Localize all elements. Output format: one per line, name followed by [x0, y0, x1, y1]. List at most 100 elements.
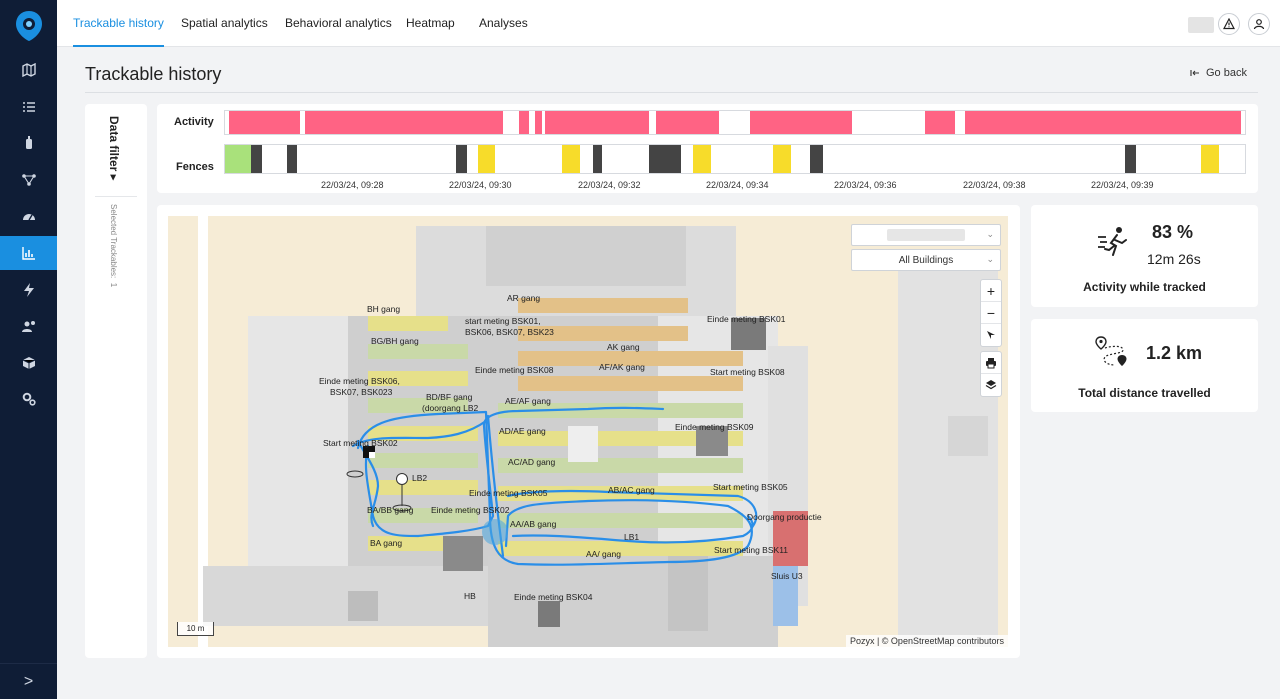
activity-segment	[545, 111, 649, 134]
lightning-icon	[23, 283, 34, 297]
distance-card: 1.2 km Total distance travelled	[1031, 319, 1258, 412]
fence-segment	[225, 145, 251, 173]
time-tick: 22/03/24, 09:38	[963, 180, 1026, 190]
map-label: Sluis U3	[771, 571, 803, 581]
tag-icon	[25, 136, 32, 149]
map-label: LB2	[412, 473, 428, 483]
map-label: AC/AD gang	[508, 457, 556, 467]
activity-track[interactable]	[224, 110, 1246, 135]
fence-segment	[456, 145, 467, 173]
nav-dashboard[interactable]	[0, 199, 57, 233]
nav-settings[interactable]	[0, 382, 57, 416]
tab-analyses[interactable]: Analyses	[479, 0, 528, 47]
map-label: Start meting BSK08	[710, 367, 785, 377]
activity-segment	[965, 111, 1241, 134]
layers-icon	[985, 380, 997, 390]
map-label: AE/AF gang	[505, 396, 551, 406]
floor-plan-drawing	[198, 216, 998, 647]
printer-icon	[986, 357, 996, 368]
map-label: BD/BF gang	[426, 392, 473, 402]
fences-track[interactable]	[224, 144, 1246, 174]
map-label: Start meting BSK02	[323, 438, 398, 448]
activity-duration: 12m 26s	[1147, 251, 1201, 267]
route-icon	[1095, 336, 1127, 366]
nav-tags[interactable]	[0, 126, 57, 160]
warning-icon	[1223, 18, 1235, 30]
nav-map[interactable]	[0, 53, 57, 87]
time-tick: 22/03/24, 09:36	[834, 180, 897, 190]
activity-segment	[750, 111, 852, 134]
reset-bearing-button[interactable]	[981, 324, 1001, 346]
map-label: Einde meting BSK04	[514, 592, 593, 602]
site-select[interactable]: ⌄	[851, 224, 1001, 246]
map-label: Einde meting BSK02	[431, 505, 510, 515]
chevron-down-icon: ⌄	[986, 229, 994, 239]
header-divider	[85, 92, 1258, 93]
map-label: AF/AK gang	[599, 362, 645, 372]
bar-chart-icon	[21, 247, 35, 260]
expand-sidebar-button[interactable]: >	[0, 663, 57, 699]
map-label: Einde meting BSK06,	[319, 376, 400, 386]
map-label: BA/BB gang	[367, 505, 414, 515]
map-attribution: Pozyx | © OpenStreetMap contributors	[845, 635, 1008, 647]
nav-assets[interactable]	[0, 346, 57, 380]
user-profile-button[interactable]	[1248, 13, 1270, 35]
fences-row-label: Fences	[176, 161, 214, 173]
fence-segment	[562, 145, 580, 173]
activity-segment	[535, 111, 542, 134]
top-navigation-bar: Trackable history Spatial analytics Beha…	[57, 0, 1280, 47]
map-label: BH gang	[367, 304, 401, 314]
nav-users[interactable]	[0, 309, 57, 343]
nav-list[interactable]	[0, 90, 57, 124]
zoom-out-button[interactable]: −	[981, 302, 1001, 324]
nav-analytics[interactable]	[0, 236, 57, 270]
activity-percentage: 83 %	[1152, 222, 1194, 242]
map-label: BSK07, BSK023	[330, 387, 393, 397]
map-tools	[980, 351, 1002, 397]
time-tick: 22/03/24, 09:39	[1091, 180, 1154, 190]
activity-segment	[925, 111, 955, 134]
layers-button[interactable]	[981, 374, 1001, 396]
data-filter-toggle[interactable]: Data filter ▸	[107, 116, 121, 181]
nav-network[interactable]	[0, 163, 57, 197]
zoom-in-button[interactable]: +	[981, 280, 1001, 302]
map-label: start meting BSK01,	[465, 316, 541, 326]
distance-caption: Total distance travelled	[1078, 386, 1211, 400]
tab-spatial-analytics[interactable]: Spatial analytics	[181, 0, 268, 47]
map-label: Einde meting BSK09	[675, 422, 754, 432]
go-back-button[interactable]: Go back	[1190, 67, 1247, 79]
map-label: Doorgang productie	[747, 512, 822, 522]
floor-map[interactable]: AR gang BH gang start meting BSK01, BSK0…	[168, 216, 1008, 647]
chevron-right-icon: >	[23, 672, 34, 690]
tab-heatmap[interactable]: Heatmap	[406, 0, 455, 47]
side-navigation: >	[0, 0, 57, 699]
activity-segment	[656, 111, 719, 134]
chevron-down-icon: ⌄	[986, 254, 994, 264]
fence-segment	[251, 145, 262, 173]
fence-segment	[810, 145, 823, 173]
activity-row-label: Activity	[174, 116, 214, 128]
time-tick: 22/03/24, 09:28	[321, 180, 384, 190]
map-label: Einde meting BSK05	[469, 488, 548, 498]
app-logo[interactable]	[15, 10, 43, 42]
tab-trackable-history[interactable]: Trackable history	[73, 0, 164, 47]
map-label: BA gang	[370, 538, 403, 548]
building-select[interactable]: All Buildings ⌄	[851, 249, 1001, 271]
selected-trackables-count: 1	[109, 282, 118, 288]
fence-segment	[693, 145, 711, 173]
alerts-button[interactable]	[1218, 13, 1240, 35]
map-panel: AR gang BH gang start meting BSK01, BSK0…	[157, 205, 1020, 658]
time-tick: 22/03/24, 09:30	[449, 180, 512, 190]
map-label: LB1	[624, 532, 640, 542]
map-label: AD/AE gang	[499, 426, 546, 436]
tab-behavioral-analytics[interactable]: Behavioral analytics	[285, 0, 392, 47]
filter-divider	[95, 196, 137, 197]
dashboard-icon	[22, 214, 35, 221]
map-label: Start meting BSK11	[714, 545, 789, 555]
print-button[interactable]	[981, 352, 1001, 374]
user-name-chip[interactable]	[1188, 17, 1214, 33]
map-label: BG/BH gang	[371, 336, 419, 346]
user-icon	[1253, 19, 1265, 30]
data-filter-panel[interactable]: Data filter ▸ Selected Trackables: 1	[85, 104, 147, 658]
nav-events[interactable]	[0, 273, 57, 307]
